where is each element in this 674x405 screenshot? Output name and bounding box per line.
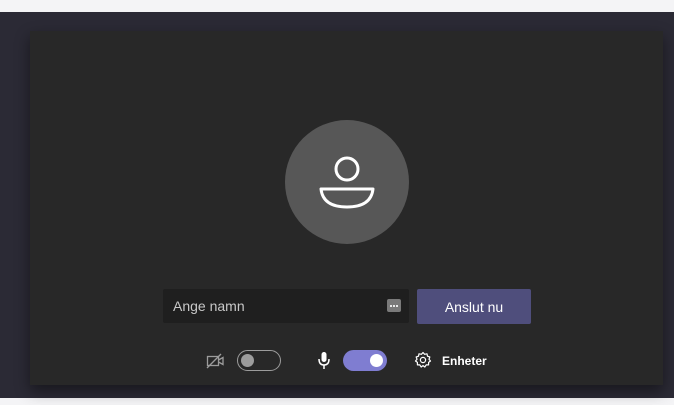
person-icon <box>319 156 375 209</box>
more-dots-icon[interactable] <box>387 299 401 312</box>
join-now-button[interactable]: Anslut nu <box>417 289 531 324</box>
gear-icon <box>414 351 432 374</box>
microphone-icon <box>317 351 331 375</box>
bottom-border <box>0 398 674 405</box>
camera-toggle[interactable] <box>237 350 281 371</box>
camera-off-icon <box>206 353 226 374</box>
microphone-toggle[interactable] <box>343 350 387 371</box>
camera-toggle-knob <box>241 354 254 367</box>
name-field[interactable] <box>163 289 409 323</box>
prejoin-panel: Anslut nu Enheter <box>30 31 663 385</box>
devices-label: Enheter <box>442 354 487 368</box>
top-border <box>0 0 674 12</box>
microphone-toggle-knob <box>370 354 383 367</box>
avatar <box>285 120 409 244</box>
name-input[interactable] <box>163 289 393 323</box>
